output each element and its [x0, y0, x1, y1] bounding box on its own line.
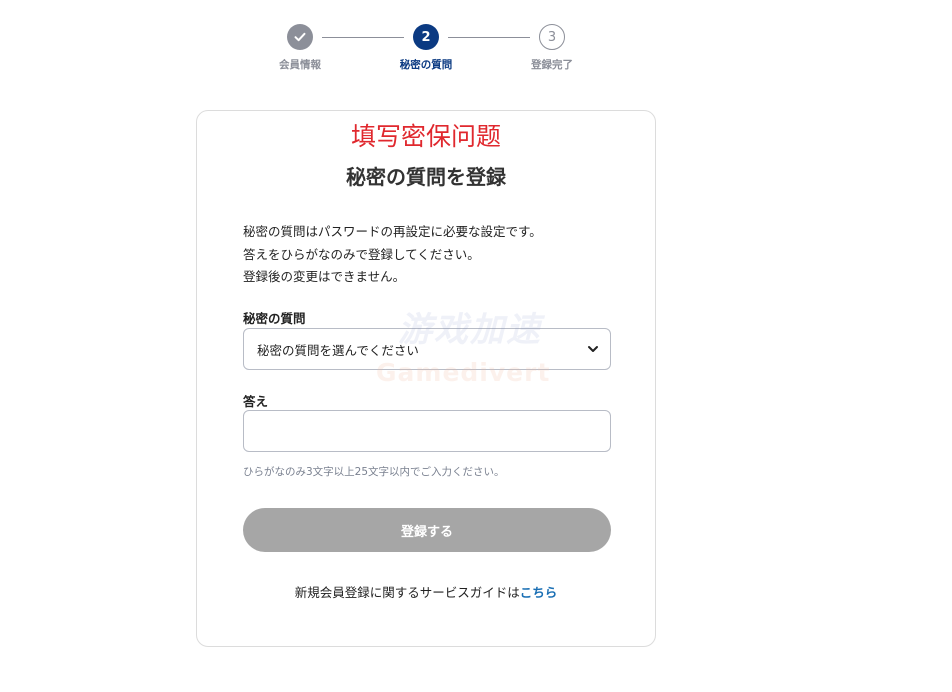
step-1-complete-indicator — [287, 24, 313, 50]
answer-input[interactable] — [243, 410, 611, 452]
annotation-caption: 填写密保问题 — [350, 122, 501, 151]
instructions-text: 秘密の質問はパスワードの再設定に必要な設定です。 答えをひらがなのみで登録してく… — [243, 221, 542, 289]
step-connector — [448, 37, 530, 38]
step-2-label: 秘密の質問 — [399, 59, 453, 71]
service-guide-text: 新規会員登録に関するサービスガイドはこちら — [197, 582, 655, 601]
guide-text: 新規会員登録に関するサービスガイドは — [294, 585, 520, 600]
check-icon — [294, 32, 306, 42]
page-title: 秘密の質問を登録 — [346, 165, 506, 189]
instruction-line: 登録後の変更はできません。 — [243, 269, 406, 284]
secret-question-select[interactable]: 秘密の質問を選んでください — [243, 328, 611, 370]
step-3-upcoming-indicator: 3 — [539, 24, 565, 50]
register-button[interactable]: 登録する — [243, 508, 611, 552]
step-1-label: 会員情報 — [279, 59, 321, 71]
answer-field-label: 答え — [243, 394, 269, 409]
service-guide-link[interactable]: こちら — [520, 585, 558, 600]
instruction-line: 秘密の質問はパスワードの再設定に必要な設定です。 — [243, 224, 542, 239]
step-3-label: 登録完了 — [531, 59, 573, 71]
select-current-value: 秘密の質問を選んでください — [257, 342, 419, 358]
instruction-line: 答えをひらがなのみで登録してください。 — [243, 246, 480, 262]
progress-stepper: 2 3 会員情報 秘密の質問 登録完了 — [0, 0, 952, 80]
answer-hint: ひらがなのみ3文字以上25文字以内でご入力ください。 — [243, 466, 505, 478]
question-field-label: 秘密の質問 — [243, 311, 306, 326]
step-connector — [322, 37, 404, 38]
secret-question-card: 填写密保问题 秘密の質問を登録 秘密の質問はパスワードの再設定に必要な設定です。… — [196, 110, 656, 647]
chevron-down-icon — [588, 346, 598, 352]
step-2-current-indicator: 2 — [413, 24, 439, 50]
